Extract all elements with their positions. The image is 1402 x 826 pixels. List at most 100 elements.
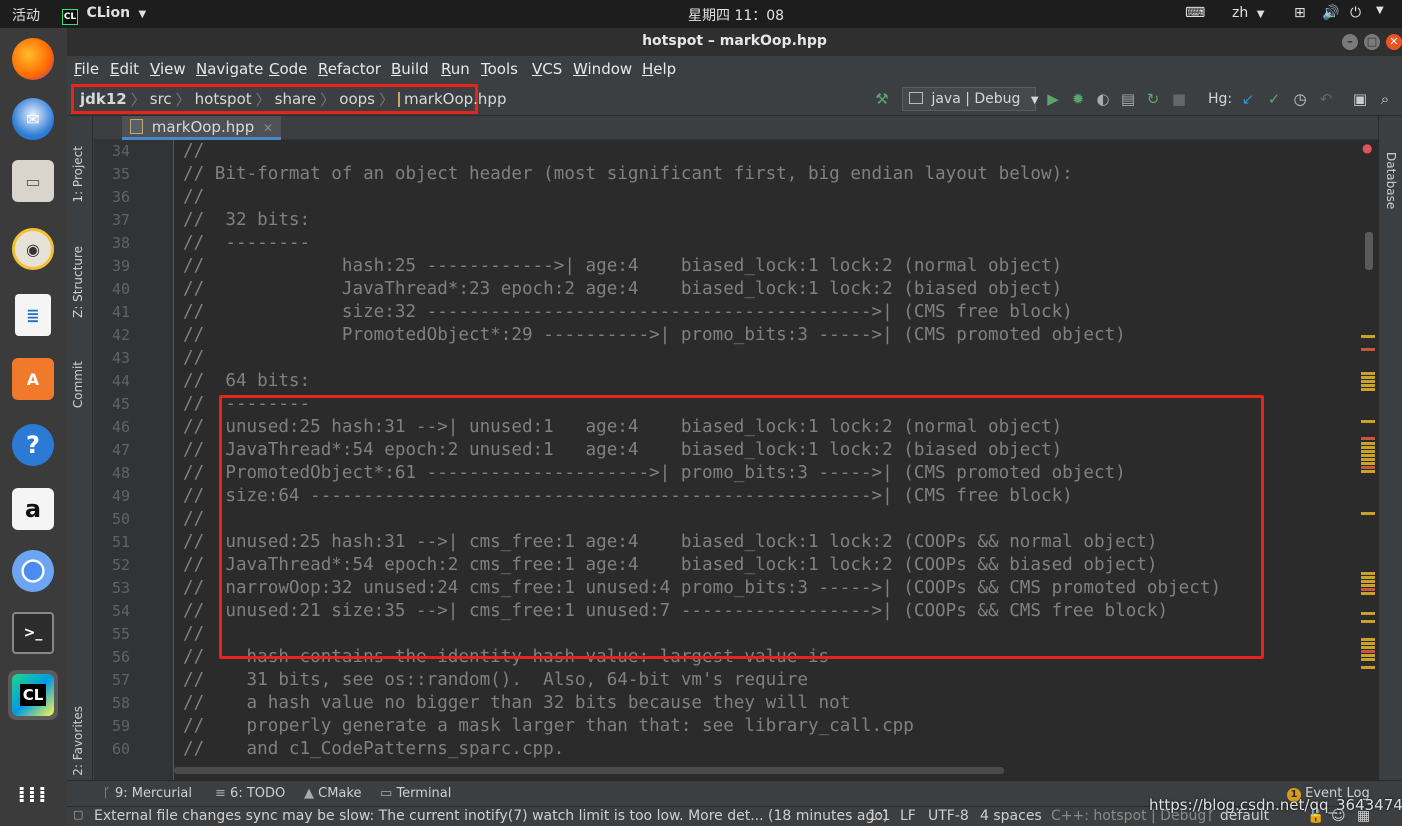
breadcrumb-item-jdk12[interactable]: jdk12 <box>80 90 127 108</box>
breadcrumb-item-oops[interactable]: oops <box>339 90 375 108</box>
input-method-indicator[interactable]: zh ▼ <box>1232 5 1264 21</box>
vcs-commit-icon[interactable]: ✓ <box>1265 90 1283 108</box>
code-line[interactable]: 41 // size:32 ---------------------------… <box>94 301 1374 324</box>
breadcrumb-item-file[interactable]: markOop.hpp <box>404 90 506 108</box>
code-line[interactable]: 36 // <box>94 186 1374 209</box>
stripe-mark[interactable] <box>1361 380 1375 383</box>
menu-build[interactable]: Build <box>391 60 429 78</box>
dock-rhythmbox[interactable]: ◉ <box>8 224 58 274</box>
clock[interactable]: 星期四 11：08 <box>688 5 784 25</box>
project-structure-icon[interactable]: ▣ <box>1351 90 1369 108</box>
line-separator[interactable]: LF <box>900 808 916 824</box>
menu-window[interactable]: Window <box>573 60 632 78</box>
tool-button-todo[interactable]: ≡ 6: TODO <box>215 786 285 801</box>
code-editor[interactable]: 34 // 35 // Bit-format of an object header … <box>94 140 1378 780</box>
tool-button-cmake[interactable]: ▲ CMake <box>304 786 361 801</box>
tool-tab-favorites[interactable]: 2: Favorites <box>71 706 85 776</box>
stripe-mark[interactable] <box>1361 512 1375 515</box>
code-line[interactable]: 52 // JavaThread*:54 epoch:2 cms_free:1 a… <box>94 554 1374 577</box>
breadcrumb-item-share[interactable]: share <box>275 90 317 108</box>
indent-setting[interactable]: 4 spaces <box>980 808 1042 824</box>
file-encoding[interactable]: UTF-8 <box>928 808 969 824</box>
rollback-icon[interactable]: ↶ <box>1317 90 1335 108</box>
stripe-mark[interactable] <box>1361 466 1375 469</box>
chevron-down-icon[interactable]: ▼ <box>1376 5 1384 16</box>
breadcrumb-item-hotspot[interactable]: hotspot <box>195 90 252 108</box>
stripe-mark[interactable] <box>1361 620 1375 623</box>
dock-files[interactable]: ▭ <box>8 156 58 206</box>
tool-tab-structure[interactable]: Z: Structure <box>71 246 85 318</box>
dock-thunderbird[interactable]: ✉ <box>8 94 58 144</box>
network-icon[interactable]: ⊞ <box>1294 5 1306 21</box>
code-line[interactable]: 47 // JavaThread*:54 epoch:2 unused:1 age… <box>94 439 1374 462</box>
stripe-mark[interactable] <box>1361 348 1375 351</box>
code-line[interactable]: 56 // - hash contains the identity hash v… <box>94 646 1374 669</box>
code-line[interactable]: 37 // 32 bits: <box>94 209 1374 232</box>
dock-help[interactable]: ? <box>8 420 58 470</box>
dock-software[interactable]: A <box>8 354 58 404</box>
minimize-button[interactable]: – <box>1342 34 1358 50</box>
stripe-mark[interactable] <box>1361 584 1375 587</box>
horizontal-scrollbar[interactable] <box>174 767 1004 774</box>
code-line[interactable]: 55 // <box>94 623 1374 646</box>
maximize-button[interactable]: □ <box>1364 34 1380 50</box>
vcs-update-icon[interactable]: ↙ <box>1239 90 1257 108</box>
code-line[interactable]: 34 // <box>94 140 1374 163</box>
stripe-mark[interactable] <box>1361 470 1375 473</box>
tool-tab-database[interactable]: Database <box>1384 152 1398 209</box>
stripe-mark[interactable] <box>1361 638 1375 641</box>
code-line[interactable]: 50 // <box>94 508 1374 531</box>
stripe-mark[interactable] <box>1361 576 1375 579</box>
code-line[interactable]: 35 // Bit-format of an object header (mos… <box>94 163 1374 186</box>
dock-clion[interactable]: CL <box>8 670 58 720</box>
stripe-mark[interactable] <box>1361 572 1375 575</box>
activities-button[interactable]: 活动 <box>12 5 40 25</box>
menu-file[interactable]: File <box>74 60 99 78</box>
stripe-mark[interactable] <box>1361 580 1375 583</box>
stripe-mark[interactable] <box>1361 454 1375 457</box>
tool-tab-commit[interactable]: Commit <box>71 361 85 408</box>
code-line[interactable]: 48 // PromotedObject*:61 ----------------… <box>94 462 1374 485</box>
keyboard-icon[interactable]: ⌨ <box>1185 5 1205 21</box>
code-line[interactable]: 39 // hash:25 ------------>| age:4 biased… <box>94 255 1374 278</box>
run-icon[interactable]: ▶ <box>1044 90 1062 108</box>
stripe-mark[interactable] <box>1361 612 1375 615</box>
stripe-mark[interactable] <box>1361 384 1375 387</box>
run-configuration-select[interactable]: java | Debug ▼ <box>902 87 1039 111</box>
code-line[interactable]: 46 // unused:25 hash:31 -->| unused:1 age… <box>94 416 1374 439</box>
menu-view[interactable]: View <box>150 60 186 78</box>
editor-tab-markoop[interactable]: markOop.hpp ✕ <box>122 116 282 140</box>
tool-tab-project[interactable]: 1: Project <box>71 146 85 203</box>
menu-tools[interactable]: Tools <box>481 60 518 78</box>
status-message[interactable]: External file changes sync may be slow: … <box>94 808 888 824</box>
code-line[interactable]: 49 // size:64 ---------------------------… <box>94 485 1374 508</box>
coverage-icon[interactable]: ◐ <box>1094 90 1112 108</box>
tool-button-terminal[interactable]: ▭ Terminal <box>380 786 451 801</box>
menu-edit[interactable]: Edit <box>110 60 139 78</box>
menu-vcs[interactable]: VCS <box>532 60 562 78</box>
stripe-mark[interactable] <box>1361 376 1375 379</box>
volume-icon[interactable]: 🔊 <box>1322 5 1339 21</box>
close-button[interactable]: ✕ <box>1386 34 1402 50</box>
stripe-mark[interactable] <box>1361 372 1375 375</box>
attach-debugger-icon[interactable]: ↻ <box>1144 90 1162 108</box>
menu-run[interactable]: Run <box>441 60 470 78</box>
code-line[interactable]: 54 // unused:21 size:35 -->| cms_free:1 u… <box>94 600 1374 623</box>
stripe-mark[interactable] <box>1361 335 1375 338</box>
stripe-mark[interactable] <box>1361 642 1375 645</box>
stripe-mark[interactable] <box>1361 666 1375 669</box>
debug-bug-icon[interactable]: ✹ <box>1069 90 1087 108</box>
code-line[interactable]: 60 // and c1_CodePatterns_sparc.cpp. <box>94 738 1374 761</box>
profile-icon[interactable]: ▤ <box>1119 90 1137 108</box>
code-line[interactable]: 38 // -------- <box>94 232 1374 255</box>
stripe-mark[interactable] <box>1361 650 1375 653</box>
menu-code[interactable]: Code <box>269 60 307 78</box>
code-line[interactable]: 57 // 31 bits, see os::random(). Also, 64… <box>94 669 1374 692</box>
stripe-mark[interactable] <box>1361 388 1375 391</box>
caret-position[interactable]: 1:1 <box>868 808 891 824</box>
code-line[interactable]: 51 // unused:25 hash:31 -->| cms_free:1 a… <box>94 531 1374 554</box>
dock-writer[interactable]: ≣ <box>8 290 58 340</box>
code-line[interactable]: 53 // narrowOop:32 unused:24 cms_free:1 u… <box>94 577 1374 600</box>
code-line[interactable]: 40 // JavaThread*:23 epoch:2 age:4 biased… <box>94 278 1374 301</box>
error-indicator-icon[interactable]: ● <box>1362 141 1372 155</box>
